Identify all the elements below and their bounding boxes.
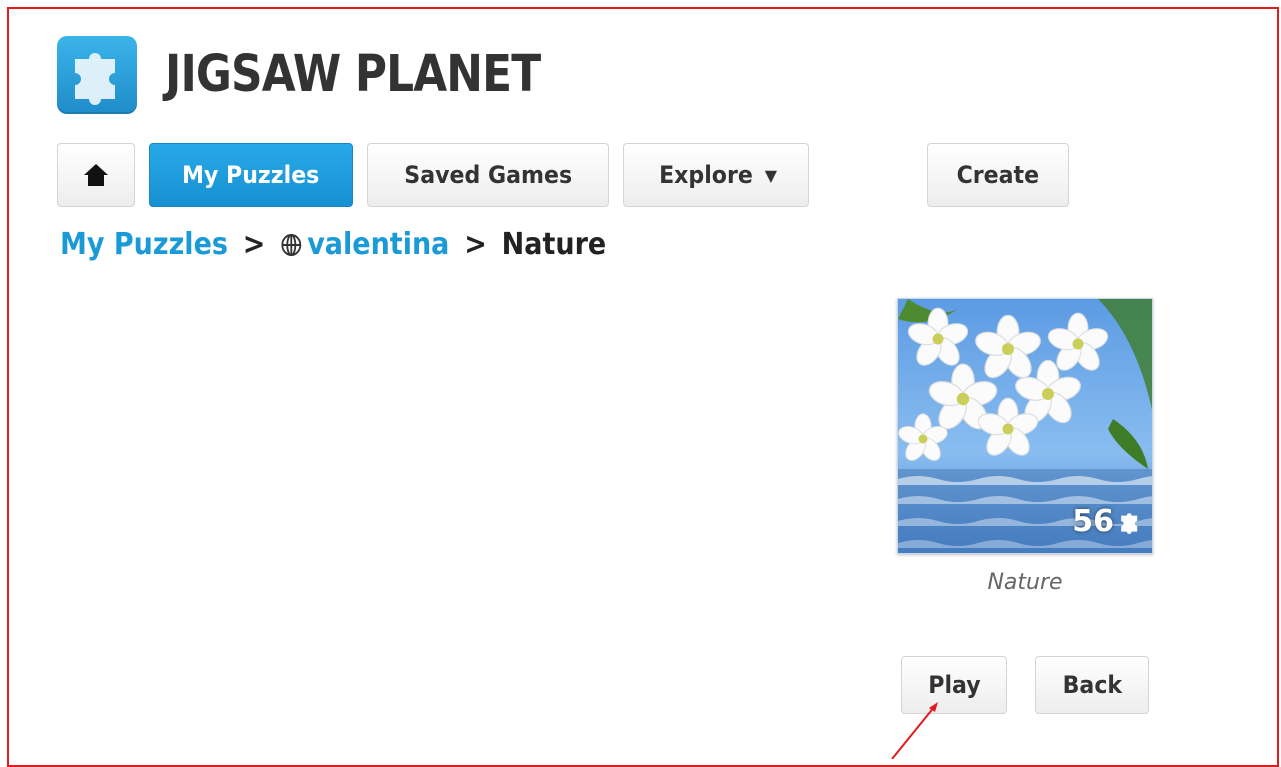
nav-my-puzzles-button[interactable]: My Puzzles: [149, 143, 353, 207]
pieces-count: 56: [1072, 504, 1114, 539]
puzzle-piece-icon: [75, 53, 115, 105]
nav-explore-label: Explore: [658, 161, 753, 189]
pieces-count-badge: 56: [1072, 504, 1142, 539]
nav-create-button[interactable]: Create: [927, 143, 1069, 207]
home-icon: [84, 164, 108, 186]
nav-saved-games-label: Saved Games: [404, 161, 572, 189]
annotation-arrow: [891, 702, 938, 759]
globe-icon: [281, 234, 301, 256]
breadcrumb-separator: >: [464, 227, 487, 262]
breadcrumb-separator: >: [242, 227, 266, 262]
puzzle-piece-icon: [1121, 512, 1138, 534]
nav-create-label: Create: [956, 161, 1040, 189]
breadcrumb-user-label: valentina: [307, 227, 450, 262]
nav-explore-dropdown[interactable]: Explore ▼: [623, 143, 809, 207]
breadcrumb: My Puzzles > valentina > Nature: [60, 223, 606, 267]
puzzle-caption: Nature: [987, 570, 1063, 595]
breadcrumb-my-puzzles-link[interactable]: My Puzzles: [60, 227, 228, 262]
site-logo[interactable]: [57, 36, 137, 114]
caret-down-icon: ▼: [764, 165, 778, 185]
breadcrumb-current: Nature: [501, 227, 607, 262]
site-title[interactable]: JIGSAW PLANET: [165, 40, 541, 110]
nav-my-puzzles-label: My Puzzles: [182, 161, 320, 189]
play-label: Play: [927, 671, 981, 699]
breadcrumb-user-link[interactable]: valentina: [280, 227, 459, 262]
nav-saved-games-button[interactable]: Saved Games: [367, 143, 609, 207]
home-button[interactable]: [57, 143, 135, 207]
puzzle-thumbnail[interactable]: 56: [897, 298, 1153, 554]
back-label: Back: [1062, 671, 1122, 699]
back-button[interactable]: Back: [1035, 656, 1149, 714]
